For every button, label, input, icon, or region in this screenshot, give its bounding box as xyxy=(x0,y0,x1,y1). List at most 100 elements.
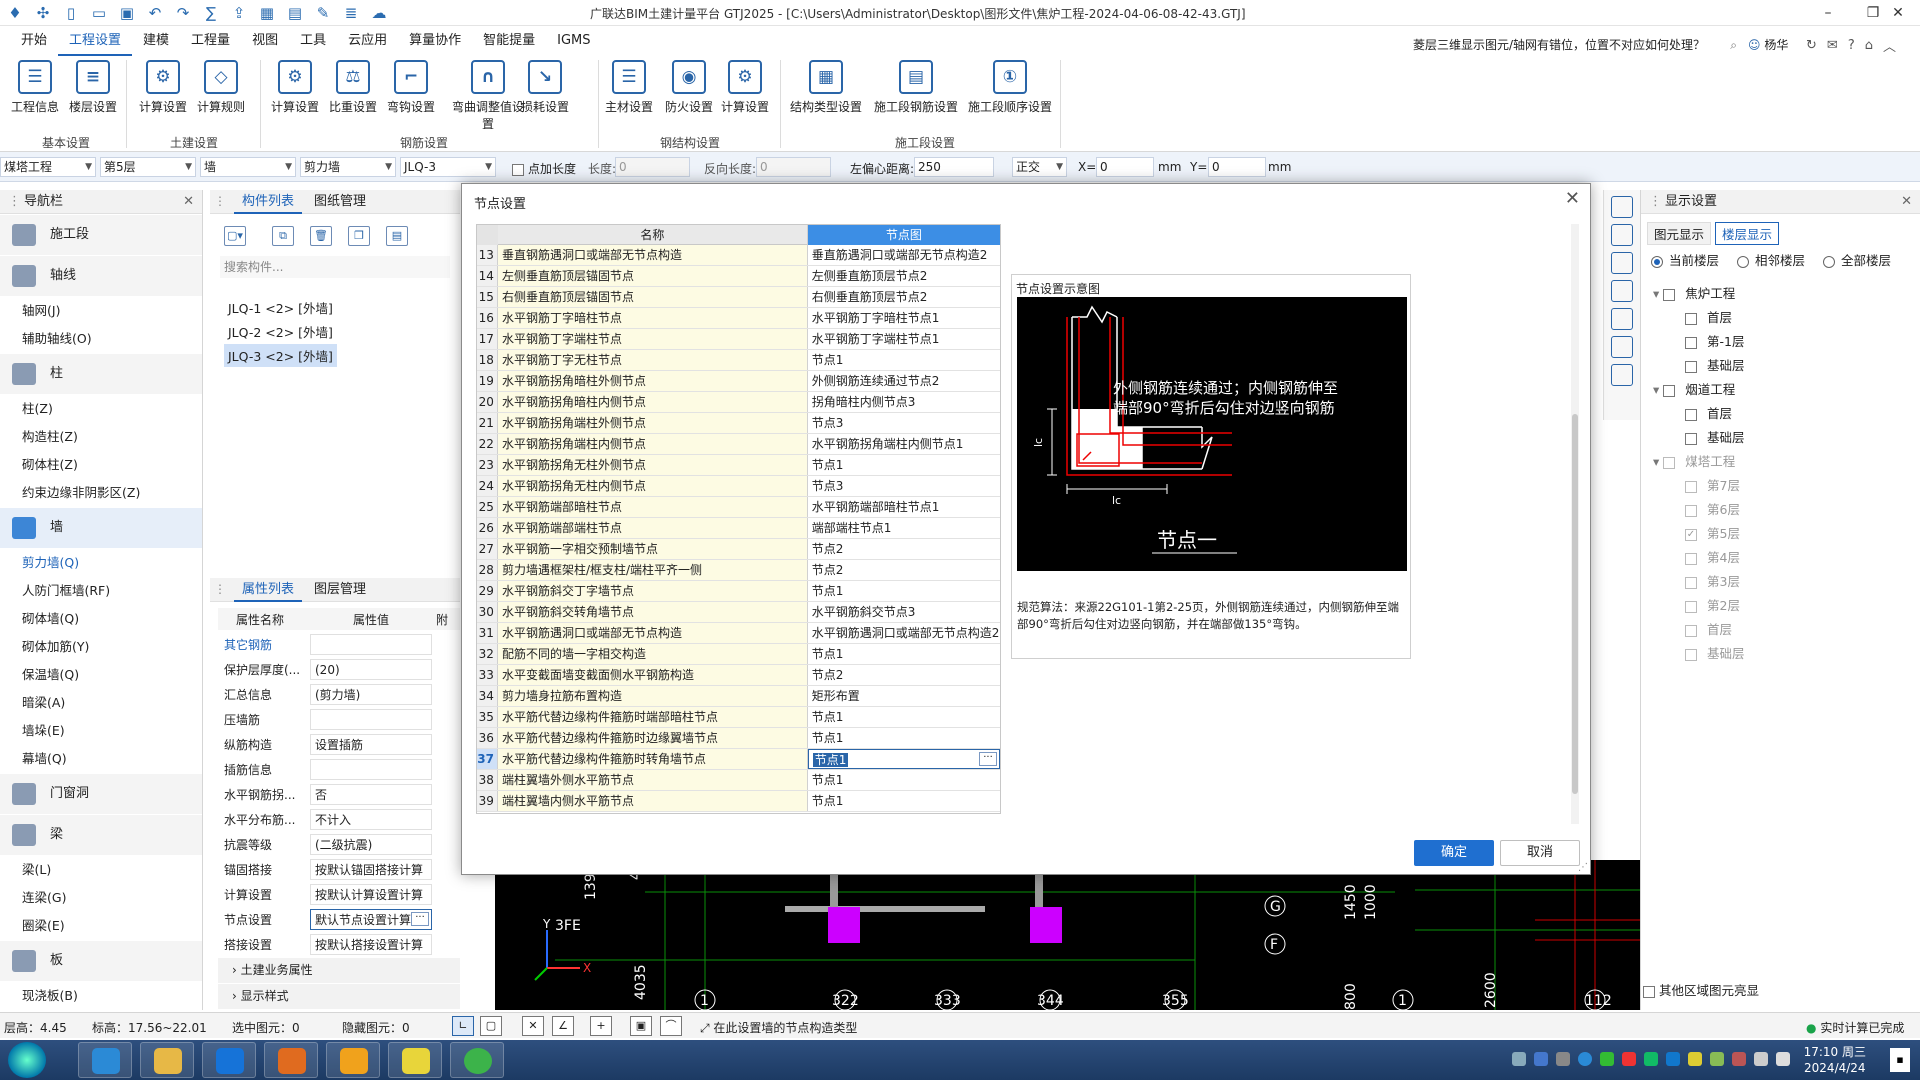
node-row[interactable]: 24 水平钢筋拐角无柱内侧节点 节点3 xyxy=(477,476,1000,497)
cross-snap-icon[interactable]: ✕ xyxy=(522,1016,544,1036)
ribbon-button-0[interactable]: ☰ 工程信息 xyxy=(10,60,60,115)
delete-icon[interactable]: 🗑 xyxy=(310,226,332,246)
ortho-snap-icon[interactable]: ∟ xyxy=(452,1016,474,1036)
floor-checkbox[interactable] xyxy=(1685,432,1697,445)
new-file-icon[interactable]: ▯ xyxy=(60,2,82,24)
floor-checkbox[interactable] xyxy=(1663,384,1676,397)
ribbon-button-11[interactable]: ⚙ 计算设置 xyxy=(720,60,770,115)
node-row[interactable]: 37 水平筋代替边缘构件箍筋时转角墙节点 节点1 ··· xyxy=(477,749,1000,770)
ribbon-button-13[interactable]: ▤ 施工段钢筋设置 xyxy=(872,60,960,115)
ok-button[interactable]: 确定 xyxy=(1414,840,1494,866)
taskbar-browser[interactable] xyxy=(450,1042,504,1078)
object-snap-icon[interactable]: ▢ xyxy=(480,1016,502,1036)
highlight-other-checkbox[interactable]: 其他区域图元亮显 xyxy=(1643,980,1759,999)
ellipsis-icon[interactable]: ··· xyxy=(411,912,429,926)
node-row[interactable]: 19 水平钢筋拐角暗柱外侧节点 外侧钢筋连续通过节点2 xyxy=(477,371,1000,392)
tray-flag-icon[interactable] xyxy=(1732,1052,1746,1066)
ribbon-button-1[interactable]: ≡ 楼层设置 xyxy=(68,60,118,115)
floor-tree-node[interactable]: 基础层 xyxy=(1685,644,1745,664)
property-value[interactable]: 按默认计算设置计算 xyxy=(310,884,432,905)
floor-tree-node[interactable]: 第3层 xyxy=(1685,572,1740,592)
nav-item[interactable]: 剪力墙(Q) xyxy=(0,549,202,577)
menu-6[interactable]: 云应用 xyxy=(337,26,398,56)
start-orb-icon[interactable] xyxy=(8,1042,46,1078)
taskbar-help-app[interactable] xyxy=(388,1042,442,1078)
drawing-canvas[interactable]: 3FE 13900 4035 4 1 322 333 344 355 G F 1… xyxy=(495,855,1646,1011)
tray-arrow-icon[interactable] xyxy=(1556,1052,1570,1066)
x-input[interactable]: 0 xyxy=(1096,157,1154,177)
menu-3[interactable]: 工程量 xyxy=(180,26,241,56)
floor-checkbox[interactable] xyxy=(1685,576,1697,589)
close-icon[interactable]: ✕ xyxy=(1875,0,1920,26)
tray-red-icon[interactable] xyxy=(1622,1052,1636,1066)
taskbar-gtj-app[interactable] xyxy=(78,1042,132,1078)
node-row[interactable]: 14 左侧垂直筋顶层锚固节点 左侧垂直筋顶层节点2 xyxy=(477,266,1000,287)
node-row[interactable]: 13 垂直钢筋遇洞口或端部无节点构造 垂直筋遇洞口或端部无节点构造2 xyxy=(477,245,1000,266)
ribbon-button-12[interactable]: ▦ 结构类型设置 xyxy=(790,60,862,115)
property-value[interactable]: 不计入 xyxy=(310,809,432,830)
floor-checkbox[interactable] xyxy=(1663,288,1676,301)
property-value[interactable]: (二级抗震) xyxy=(310,834,432,855)
canvas-svg[interactable]: 3FE 13900 4035 4 1 322 333 344 355 G F 1… xyxy=(495,855,1646,1011)
list-view-icon[interactable] xyxy=(1611,364,1633,386)
collapse-ribbon-icon[interactable]: ︿ xyxy=(1883,36,1896,55)
tab-component-list[interactable]: 构件列表 xyxy=(234,190,303,214)
node-value-cell[interactable]: 拐角暗柱内侧节点3 xyxy=(808,392,1000,412)
angle-snap-icon[interactable]: ∠ xyxy=(552,1016,574,1036)
expand-icon[interactable]: ▾ xyxy=(1653,286,1663,301)
node-value-cell[interactable]: 节点1 xyxy=(808,455,1000,475)
nav-category[interactable]: 门窗洞 xyxy=(0,774,202,814)
floor-tree-node[interactable]: 首层 xyxy=(1685,308,1732,328)
node-row[interactable]: 35 水平筋代替边缘构件箍筋时端部暗柱节点 节点1 xyxy=(477,707,1000,728)
node-value-cell[interactable]: 垂直筋遇洞口或端部无节点构造2 xyxy=(808,245,1000,265)
copy-icon[interactable]: ⧉ xyxy=(272,226,294,246)
tray-gtj-icon[interactable] xyxy=(1578,1052,1592,1066)
taskbar-explorer[interactable] xyxy=(140,1042,194,1078)
node-value-cell[interactable]: 水平钢筋斜交节点3 xyxy=(808,602,1000,622)
y-input[interactable]: 0 xyxy=(1208,157,1266,177)
node-value-cell[interactable]: 右侧垂直筋顶层节点2 xyxy=(808,287,1000,307)
node-row[interactable]: 18 水平钢筋丁字无柱节点 节点1 xyxy=(477,350,1000,371)
notification-icon[interactable]: ▪ xyxy=(1890,1048,1910,1072)
radio-adjacent-floors[interactable]: 相邻楼层 xyxy=(1737,250,1805,269)
floor-tree-node[interactable]: ▾ 煤塔工程 xyxy=(1653,452,1735,472)
property-value[interactable]: 按默认锚固搭接计算 xyxy=(310,859,432,880)
node-value-cell[interactable]: 节点1 xyxy=(808,791,1000,811)
floor-tree-node[interactable]: 首层 xyxy=(1685,620,1732,640)
node-value-cell[interactable]: 节点1 xyxy=(808,644,1000,664)
node-value-cell[interactable]: 节点2 xyxy=(808,539,1000,559)
column-element[interactable] xyxy=(1030,907,1062,943)
menu-0[interactable]: 开始 xyxy=(10,26,58,56)
floor-checkbox[interactable] xyxy=(1685,552,1697,565)
nav-category[interactable]: 板 xyxy=(0,941,202,981)
taskbar-orange-app[interactable] xyxy=(326,1042,380,1078)
nav-category[interactable]: 轴线 xyxy=(0,256,202,296)
floor-select[interactable]: 第5层 ▼ xyxy=(100,157,196,177)
node-value-cell[interactable]: 节点1 xyxy=(808,350,1000,370)
node-row[interactable]: 20 水平钢筋拐角暗柱内侧节点 拐角暗柱内侧节点3 xyxy=(477,392,1000,413)
close-icon[interactable]: ✕ xyxy=(1901,190,1912,214)
floor-tree-node[interactable]: ▾ 焦炉工程 xyxy=(1653,284,1735,304)
undo-icon[interactable]: ↶ xyxy=(144,2,166,24)
cloud-icon[interactable]: ☁ xyxy=(368,2,390,24)
floor-checkbox[interactable] xyxy=(1685,624,1697,637)
nav-item[interactable]: 墙垛(E) xyxy=(0,717,202,745)
nav-item[interactable]: 辅助轴线(O) xyxy=(0,325,202,353)
chat-icon[interactable]: ✉ xyxy=(1827,38,1838,53)
nav-item[interactable]: 构造柱(Z) xyxy=(0,423,202,451)
node-value-cell[interactable]: 水平钢筋拐角端柱内侧节点1 xyxy=(808,434,1000,454)
tray-green-icon[interactable] xyxy=(1600,1052,1614,1066)
snap-icon[interactable]: ✣ xyxy=(32,2,54,24)
node-value-cell[interactable]: 端部端柱节点1 xyxy=(808,518,1000,538)
property-value[interactable]: 按默认搭接设置计算 xyxy=(310,934,432,955)
menu-2[interactable]: 建模 xyxy=(132,26,180,56)
menu-1[interactable]: 工程设置 xyxy=(58,26,133,56)
floor-tree-node[interactable]: 第7层 xyxy=(1685,476,1740,496)
property-value[interactable]: 设置插筋 xyxy=(310,734,432,755)
node-value-cell[interactable]: 外侧钢筋连续通过节点2 xyxy=(808,371,1000,391)
element-type-select[interactable]: 墙 ▼ xyxy=(200,157,296,177)
component-item[interactable]: JLQ-2 <2> [外墙] xyxy=(224,320,337,343)
ellipsis-icon[interactable]: ··· xyxy=(979,752,997,766)
ribbon-button-3[interactable]: ◇ 计算规则 xyxy=(196,60,246,115)
property-value[interactable] xyxy=(310,709,432,730)
